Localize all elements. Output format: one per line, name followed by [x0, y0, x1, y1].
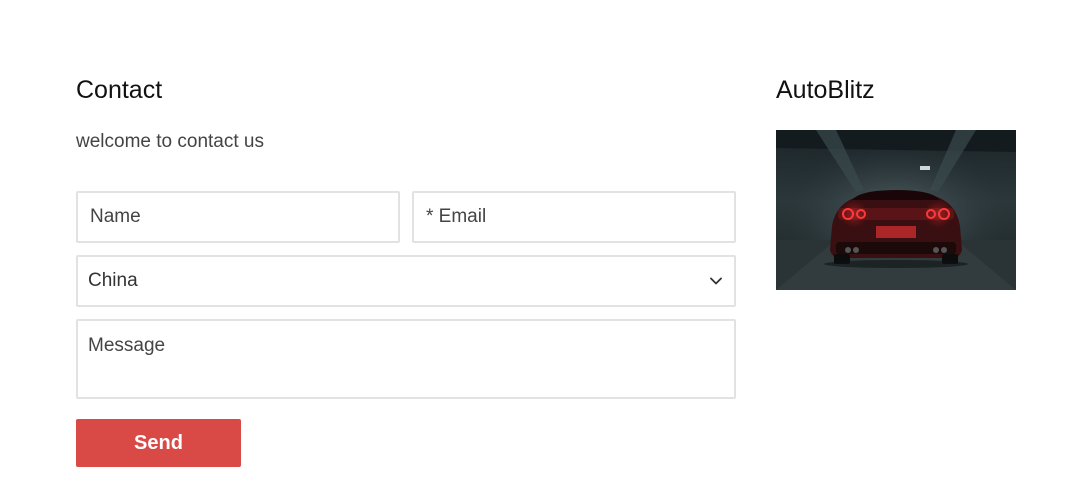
contact-subtitle: welcome to contact us	[76, 131, 264, 152]
contact-section: Contact welcome to contact us China Send	[76, 74, 736, 467]
message-textarea[interactable]	[76, 319, 736, 399]
brand-section: AutoBlitz	[776, 74, 1016, 290]
name-input[interactable]	[76, 191, 400, 243]
page: Contact welcome to contact us China Send…	[0, 0, 1072, 484]
car-image	[776, 130, 1016, 290]
email-input[interactable]	[412, 191, 736, 243]
chevron-down-icon	[708, 273, 724, 289]
send-button[interactable]: Send	[76, 419, 241, 467]
brand-title: AutoBlitz	[776, 76, 875, 104]
contact-title: Contact	[76, 76, 163, 104]
country-select-value: China	[88, 270, 138, 291]
country-select[interactable]: China	[76, 255, 736, 307]
